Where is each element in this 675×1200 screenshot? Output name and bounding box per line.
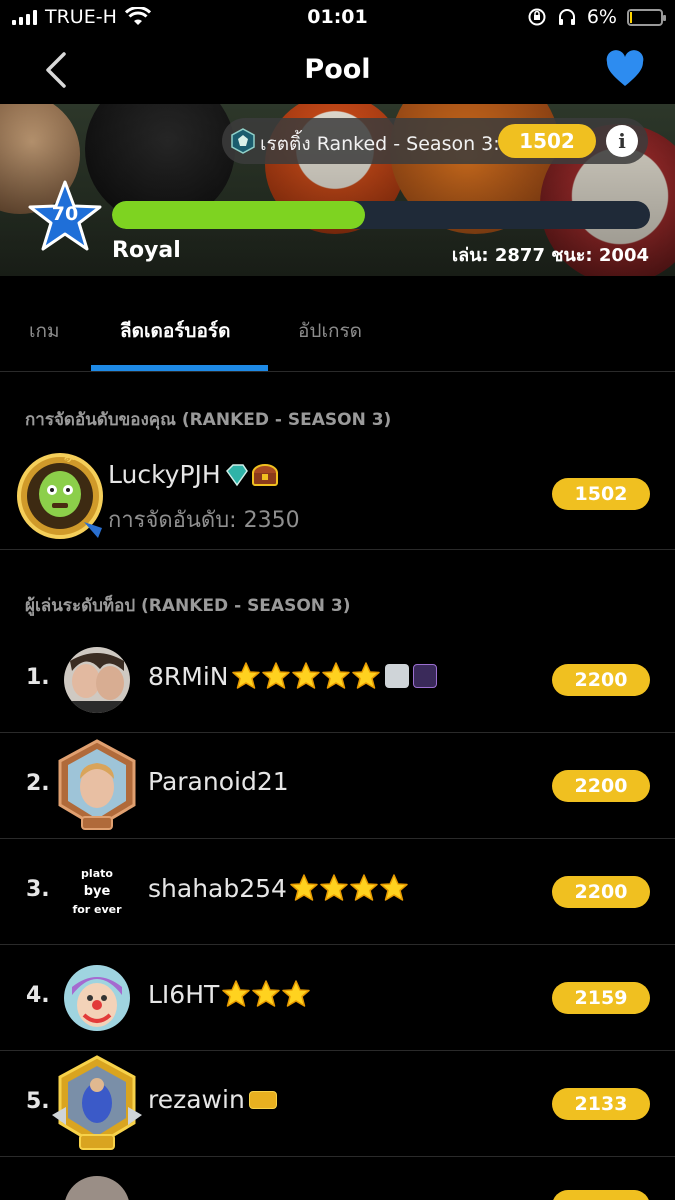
status-right: 6% — [527, 6, 666, 28]
tab-bar: เกม ลีดเดอร์บอร์ด อัปเกรด — [0, 276, 675, 372]
my-rank-position: การจัดอันดับ: 2350 — [108, 508, 300, 533]
player-name-line: Paranoid21 — [148, 767, 289, 796]
star-icon — [290, 874, 318, 901]
star-icon — [282, 980, 311, 1007]
active-tab-indicator — [91, 365, 268, 371]
star-icon — [252, 980, 281, 1007]
player-avatar — [58, 739, 136, 830]
player-avatar — [64, 647, 130, 713]
leaderboard-row[interactable]: 4. LI6HT 2159 — [0, 945, 675, 1051]
star-icon — [350, 874, 378, 901]
rank-number: 4. — [26, 983, 50, 1008]
player-name: Paranoid21 — [148, 767, 289, 796]
my-player-name-line: LuckyPJH — [108, 460, 279, 489]
rating-label: เรตติ้ง Ranked - Season 3: — [260, 133, 500, 155]
player-name-line: rezawin — [148, 1085, 277, 1114]
battery-percent: 6% — [586, 6, 617, 28]
tab-game[interactable]: เกม — [29, 316, 60, 346]
my-ranking-row[interactable]: 🙞 LuckyPJH การจัดอันดับ: 2350 1502 — [0, 440, 675, 550]
headphones-icon — [558, 9, 575, 25]
player-avatar: 🙞 — [17, 453, 103, 539]
rating-stars — [289, 873, 409, 903]
player-score-badge — [552, 1190, 650, 1200]
player-avatar: plato bye for ever — [64, 859, 130, 925]
status-bar: TRUE-H 01:01 6% — [0, 0, 675, 36]
my-score-badge: 1502 — [552, 478, 650, 510]
tab-upgrade[interactable]: อัปเกรด — [298, 316, 362, 346]
league-name: Royal — [112, 238, 181, 263]
rating-pill: เรตติ้ง Ranked - Season 3: 1502 i — [222, 118, 648, 164]
player-name-line: 8RMiN — [148, 661, 437, 691]
leaderboard-row[interactable]: 3. plato bye for ever shahab254 2200 — [0, 839, 675, 945]
battery-icon — [627, 8, 666, 26]
player-avatar — [64, 1176, 130, 1200]
gem-badge-icon — [225, 463, 248, 486]
player-name: rezawin — [148, 1085, 245, 1114]
rating-stars — [221, 979, 311, 1009]
statue-badge-icon — [384, 664, 409, 688]
rank-number: 3. — [26, 877, 50, 902]
player-name-line: LI6HT — [148, 979, 311, 1009]
star-icon — [261, 662, 290, 689]
leaderboard-row[interactable]: 2. Paranoid21 2200 — [0, 733, 675, 839]
leaderboard-row[interactable]: 5. rezawin 2133 — [0, 1051, 675, 1157]
rating-value-badge: 1502 — [498, 124, 596, 158]
orientation-lock-icon — [528, 8, 546, 26]
leaderboard-row[interactable]: 1. 8RMiN 2200 — [0, 627, 675, 733]
player-score-badge: 2200 — [552, 876, 650, 908]
star-icon — [321, 662, 350, 689]
player-score-badge: 2133 — [552, 1088, 650, 1120]
star-icon — [222, 980, 251, 1007]
rank-number: 2. — [26, 771, 50, 796]
favorite-heart-icon[interactable] — [605, 50, 645, 88]
level-number: 70 — [51, 203, 79, 225]
page-title: Pool — [304, 54, 371, 85]
rank-number: 5. — [26, 1089, 50, 1114]
svg-text:🙞: 🙞 — [64, 454, 75, 465]
my-player-name: LuckyPJH — [108, 460, 221, 489]
rating-stars — [231, 661, 381, 691]
star-icon — [231, 662, 260, 689]
player-score-badge: 2159 — [552, 982, 650, 1014]
player-name: shahab254 — [148, 873, 287, 903]
star-icon — [291, 662, 320, 689]
vip-badge-icon — [248, 1090, 277, 1109]
xp-progress-bar — [112, 201, 650, 229]
player-avatar — [52, 1055, 142, 1150]
player-score-badge: 2200 — [552, 770, 650, 802]
star-icon — [351, 662, 380, 689]
player-name: LI6HT — [148, 979, 220, 1009]
top-players-title: ผู้เล่นระดับท็อป (RANKED - SEASON 3) — [25, 596, 351, 616]
rank-number: 1. — [26, 665, 50, 690]
game-banner: เรตติ้ง Ranked - Season 3: 1502 i 70 Roy… — [0, 104, 675, 276]
player-score-badge: 2200 — [552, 664, 650, 696]
rank-emblem-icon — [231, 128, 255, 154]
player-name-line: shahab254 — [148, 873, 409, 903]
star-icon — [320, 874, 348, 901]
treasure-chest-icon — [251, 463, 278, 486]
tab-leaderboard[interactable]: ลีดเดอร์บอร์ด — [120, 316, 230, 346]
nav-bar: Pool — [0, 36, 675, 104]
player-name: 8RMiN — [148, 661, 229, 691]
my-ranking-title: การจัดอันดับของคุณ (RANKED - SEASON 3) — [25, 410, 392, 430]
player-avatar — [64, 965, 130, 1031]
star-icon — [380, 874, 408, 901]
avatar-text: for ever — [72, 902, 122, 916]
play-stats: เล่น: 2877 ชนะ: 2004 — [451, 245, 649, 266]
avatar-text: bye — [83, 884, 111, 900]
skull-badge-icon — [412, 664, 437, 688]
xp-progress-fill — [112, 201, 365, 229]
info-icon[interactable]: i — [606, 125, 638, 157]
avatar-text: plato — [81, 866, 113, 880]
